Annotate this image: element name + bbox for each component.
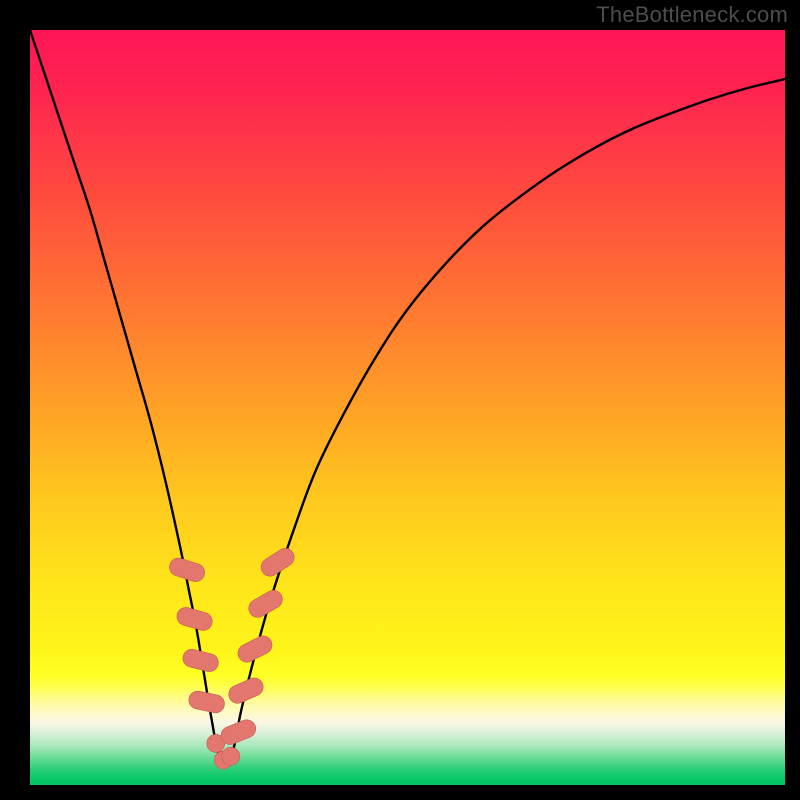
marker-capsule	[175, 605, 215, 632]
marker-capsule	[235, 633, 275, 665]
marker-capsule	[226, 675, 266, 706]
curve-layer	[30, 30, 785, 785]
marker-dot	[222, 747, 240, 765]
plot-area	[30, 30, 785, 785]
outer-frame: TheBottleneck.com	[0, 0, 800, 800]
marker-capsule	[181, 647, 220, 673]
marker-capsule	[187, 689, 226, 714]
watermark-text: TheBottleneck.com	[596, 2, 788, 28]
bottleneck-curve	[30, 30, 785, 763]
